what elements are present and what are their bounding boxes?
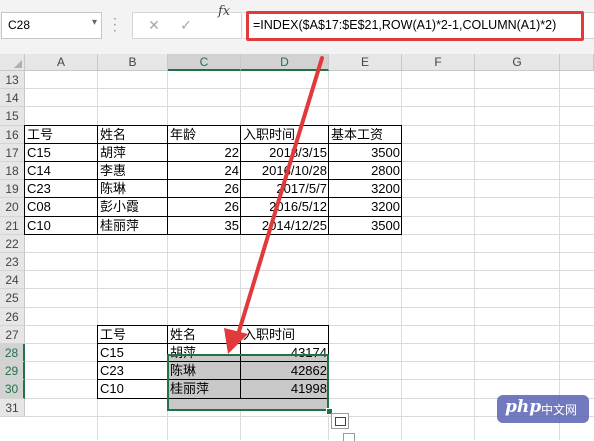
logo-brand: php <box>505 397 542 417</box>
annotation-arrow <box>224 56 324 354</box>
logo-sub: 中文网 <box>541 403 578 417</box>
php-logo: php 中文网 <box>497 395 589 423</box>
